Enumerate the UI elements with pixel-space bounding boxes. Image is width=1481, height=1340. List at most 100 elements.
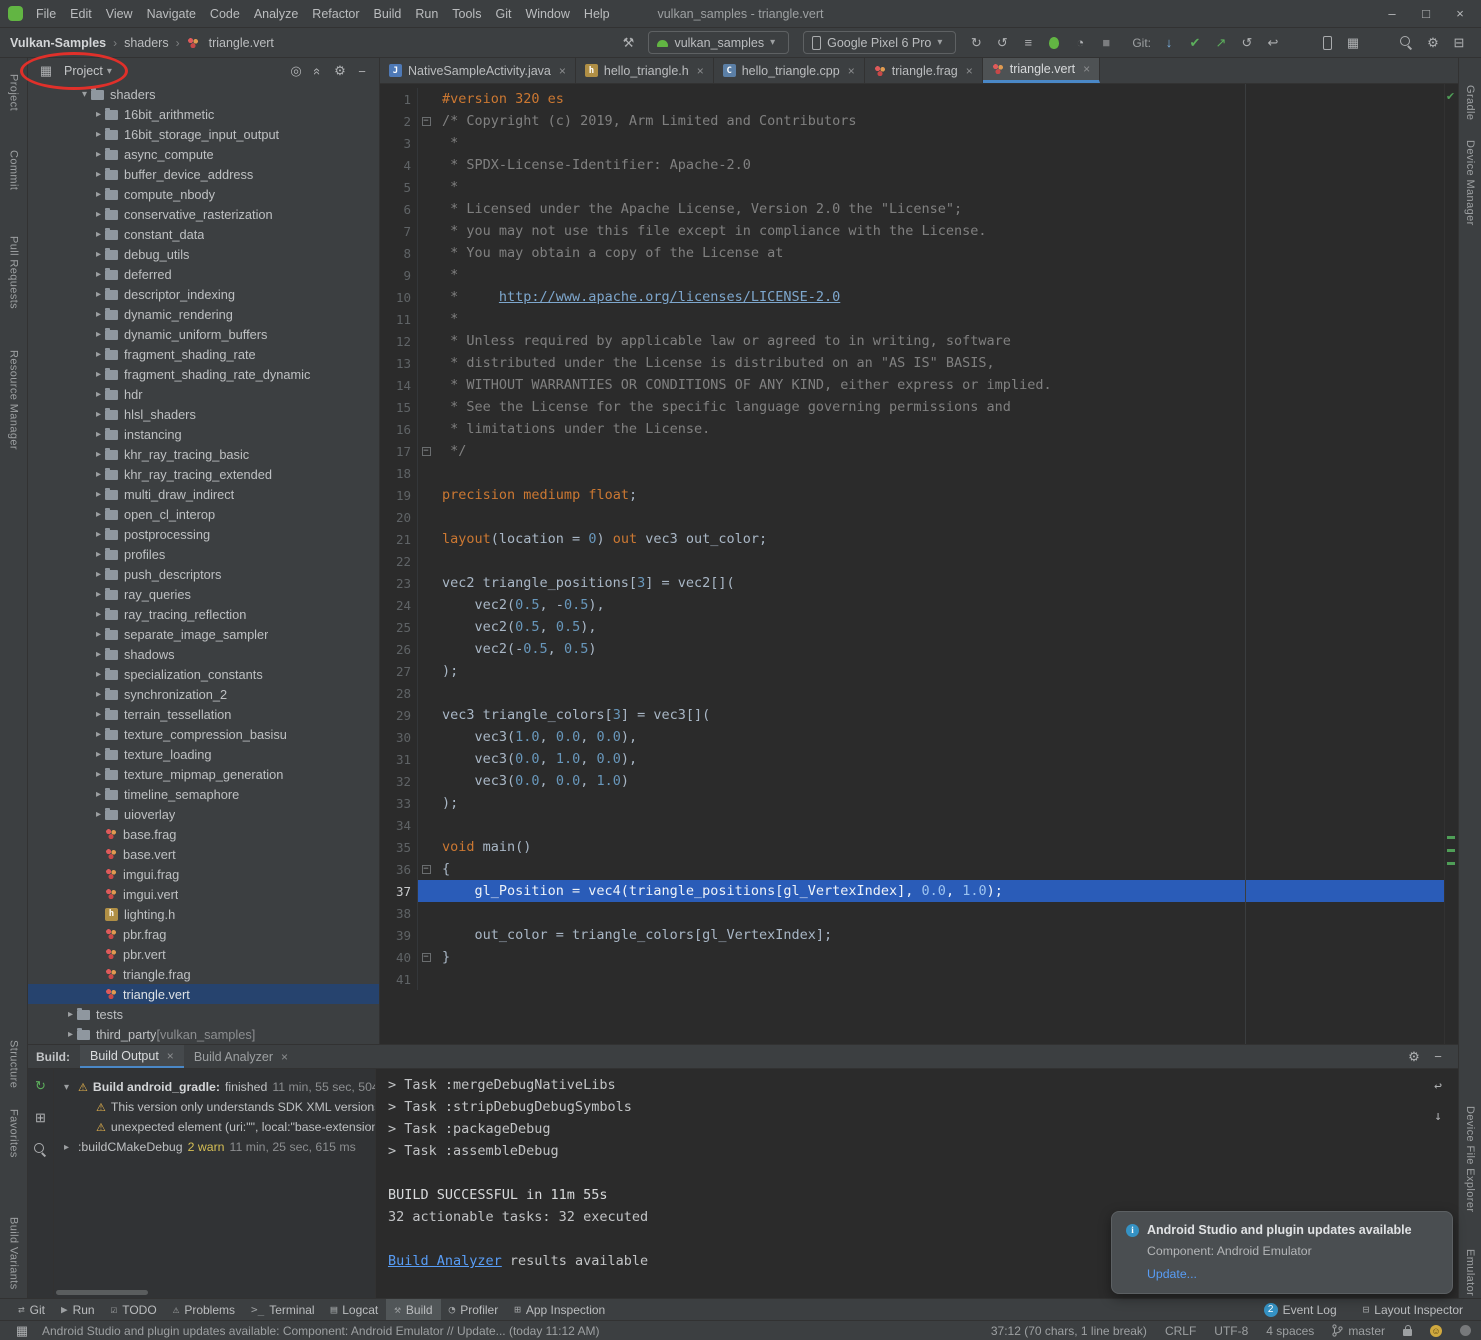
code-line-27[interactable]: 27); — [380, 660, 1444, 682]
code-line-29[interactable]: 29vec3 triangle_colors[3] = vec3[]( — [380, 704, 1444, 726]
toolwindow-button-build[interactable]: ⚒Build — [386, 1299, 440, 1320]
tree-item-dynamic-rendering[interactable]: ▸dynamic_rendering — [28, 304, 379, 324]
editor-tab-nativesampleactivity-java[interactable]: NativeSampleActivity.java× — [380, 58, 576, 83]
chevron-icon[interactable]: ▸ — [92, 749, 105, 760]
code-line-18[interactable]: 18 — [380, 462, 1444, 484]
tree-item-pbr-vert[interactable]: pbr.vert — [28, 944, 379, 964]
chevron-icon[interactable]: ▸ — [92, 769, 105, 780]
editor-tab-triangle-frag[interactable]: triangle.frag× — [865, 58, 983, 83]
close-tab-icon[interactable]: × — [966, 64, 973, 78]
tree-item-uioverlay[interactable]: ▸uioverlay — [28, 804, 379, 824]
horizontal-scrollbar[interactable] — [56, 1290, 148, 1295]
git-branch[interactable]: master — [1332, 1324, 1385, 1338]
menu-git[interactable]: Git — [488, 4, 518, 24]
soft-wrap-icon[interactable]: ↩ — [1426, 1075, 1450, 1097]
close-tab-icon[interactable]: × — [697, 64, 704, 78]
profile-icon[interactable]: ◔ — [1068, 32, 1092, 54]
stop-icon[interactable]: ■ — [1094, 32, 1118, 54]
toolwindow-toggle-icon[interactable]: ▦ — [10, 1320, 34, 1340]
device-manager-icon[interactable] — [1315, 32, 1339, 54]
sdk-manager-icon[interactable]: ▦ — [1341, 32, 1365, 54]
toolwindow-button-app-inspection[interactable]: ⊞App Inspection — [506, 1299, 613, 1320]
chevron-icon[interactable]: ▸ — [92, 209, 105, 220]
code-line-15[interactable]: 15 * See the License for the specific la… — [380, 396, 1444, 418]
menu-code[interactable]: Code — [203, 4, 247, 24]
menu-edit[interactable]: Edit — [63, 4, 99, 24]
fold-marker-icon[interactable]: − — [418, 447, 434, 456]
code-line-13[interactable]: 13 * distributed under the License is di… — [380, 352, 1444, 374]
toolwindow-stripe-gradle[interactable]: Gradle — [1464, 85, 1476, 120]
chevron-icon[interactable]: ▸ — [92, 329, 105, 340]
build-hammer-icon[interactable]: ⚒ — [616, 32, 640, 54]
chevron-icon[interactable]: ▸ — [92, 789, 105, 800]
toolwindow-button-run[interactable]: ▶Run — [53, 1299, 103, 1320]
chevron-icon[interactable]: ▸ — [92, 709, 105, 720]
tree-item-push-descriptors[interactable]: ▸push_descriptors — [28, 564, 379, 584]
editor-tab-hello-triangle-cpp[interactable]: hello_triangle.cpp× — [714, 58, 865, 83]
toolwindow-button-todo[interactable]: ☑TODO — [103, 1299, 165, 1320]
menu-build[interactable]: Build — [367, 4, 409, 24]
tree-item-16bit-arithmetic[interactable]: ▸16bit_arithmetic — [28, 104, 379, 124]
tree-item-descriptor-indexing[interactable]: ▸descriptor_indexing — [28, 284, 379, 304]
tree-item-third-party[interactable]: ▸third_party [vulkan_samples] — [28, 1024, 379, 1044]
tree-item-terrain-tessellation[interactable]: ▸terrain_tessellation — [28, 704, 379, 724]
code-line-37[interactable]: 37 gl_Position = vec4(triangle_positions… — [380, 880, 1444, 902]
close-tab-icon[interactable]: × — [167, 1049, 174, 1063]
scroll-to-end-icon[interactable]: ↓ — [1426, 1105, 1450, 1127]
menu-run[interactable]: Run — [408, 4, 445, 24]
sync-project-icon[interactable]: ↺ — [990, 32, 1014, 54]
toolwindow-button-terminal[interactable]: >_Terminal — [243, 1299, 323, 1320]
menu-refactor[interactable]: Refactor — [305, 4, 366, 24]
chevron-icon[interactable]: ▸ — [92, 349, 105, 360]
build-tree-item[interactable]: ⚠This version only understands SDK XML v… — [54, 1097, 375, 1117]
chevron-icon[interactable]: ▸ — [92, 729, 105, 740]
toolwindow-stripe-build-variants[interactable]: Build Variants — [8, 1217, 20, 1290]
code-line-40[interactable]: 40−} — [380, 946, 1444, 968]
panel-settings-icon[interactable]: ⚙ — [329, 60, 351, 82]
tree-item-async-compute[interactable]: ▸async_compute — [28, 144, 379, 164]
feedback-widget[interactable]: ☺ — [1430, 1325, 1442, 1337]
chevron-icon[interactable]: ▸ — [92, 389, 105, 400]
chevron-icon[interactable]: ▸ — [92, 249, 105, 260]
chevron-icon[interactable]: ▸ — [92, 269, 105, 280]
locate-file-icon[interactable]: ◎ — [285, 60, 307, 82]
code-line-8[interactable]: 8 * You may obtain a copy of the License… — [380, 242, 1444, 264]
fold-marker-icon[interactable]: − — [418, 117, 434, 126]
hide-panel-icon[interactable]: − — [351, 60, 373, 82]
code-line-19[interactable]: 19precision mediump float; — [380, 484, 1444, 506]
menu-navigate[interactable]: Navigate — [140, 4, 203, 24]
error-stripe-scrollbar[interactable]: ✔ — [1444, 84, 1458, 1044]
tree-item-separate-image-sampler[interactable]: ▸separate_image_sampler — [28, 624, 379, 644]
toolwindow-stripe-device-file-explorer[interactable]: Device File Explorer — [1464, 1106, 1476, 1212]
tree-item-imgui-vert[interactable]: imgui.vert — [28, 884, 379, 904]
code-line-23[interactable]: 23vec2 triangle_positions[3] = vec2[]( — [380, 572, 1444, 594]
expand-all-icon[interactable]: ⊞ — [29, 1107, 53, 1129]
close-tab-icon[interactable]: × — [848, 64, 855, 78]
code-line-28[interactable]: 28 — [380, 682, 1444, 704]
fold-marker-icon[interactable]: − — [418, 865, 434, 874]
chevron-icon[interactable]: ▸ — [92, 189, 105, 200]
code-line-17[interactable]: 17− */ — [380, 440, 1444, 462]
toolwindow-stripe-structure[interactable]: Structure — [8, 1040, 20, 1088]
breadcrumb-item[interactable]: shaders — [124, 36, 168, 50]
rerun-build-icon[interactable]: ↻ — [29, 1075, 53, 1097]
toolwindow-button-layout-inspector[interactable]: ⊟Layout Inspector — [1355, 1299, 1471, 1320]
tree-item-hdr[interactable]: ▸hdr — [28, 384, 379, 404]
attach-debugger-icon[interactable] — [1042, 32, 1066, 54]
code-line-9[interactable]: 9 * — [380, 264, 1444, 286]
toolwindow-button-git[interactable]: ⇄Git — [10, 1299, 53, 1320]
chevron-icon[interactable]: ▸ — [92, 609, 105, 620]
tree-item-ray-tracing-reflection[interactable]: ▸ray_tracing_reflection — [28, 604, 379, 624]
code-line-26[interactable]: 26 vec2(-0.5, 0.5) — [380, 638, 1444, 660]
chevron-icon[interactable]: ▸ — [92, 809, 105, 820]
code-line-21[interactable]: 21layout(location = 0) out vec3 out_colo… — [380, 528, 1444, 550]
code-line-14[interactable]: 14 * WITHOUT WARRANTIES OR CONDITIONS OF… — [380, 374, 1444, 396]
code-line-16[interactable]: 16 * limitations under the License. — [380, 418, 1444, 440]
chevron-icon[interactable]: ▸ — [64, 1029, 77, 1040]
chevron-icon[interactable]: ▸ — [92, 669, 105, 680]
tree-item-lighting-h[interactable]: lighting.h — [28, 904, 379, 924]
code-line-33[interactable]: 33); — [380, 792, 1444, 814]
build-tree-item[interactable]: ⚠unexpected element (uri:"", local:"base… — [54, 1117, 375, 1137]
build-analyzer-link[interactable]: Build Analyzer — [388, 1253, 502, 1269]
chevron-icon[interactable]: ▸ — [92, 549, 105, 560]
